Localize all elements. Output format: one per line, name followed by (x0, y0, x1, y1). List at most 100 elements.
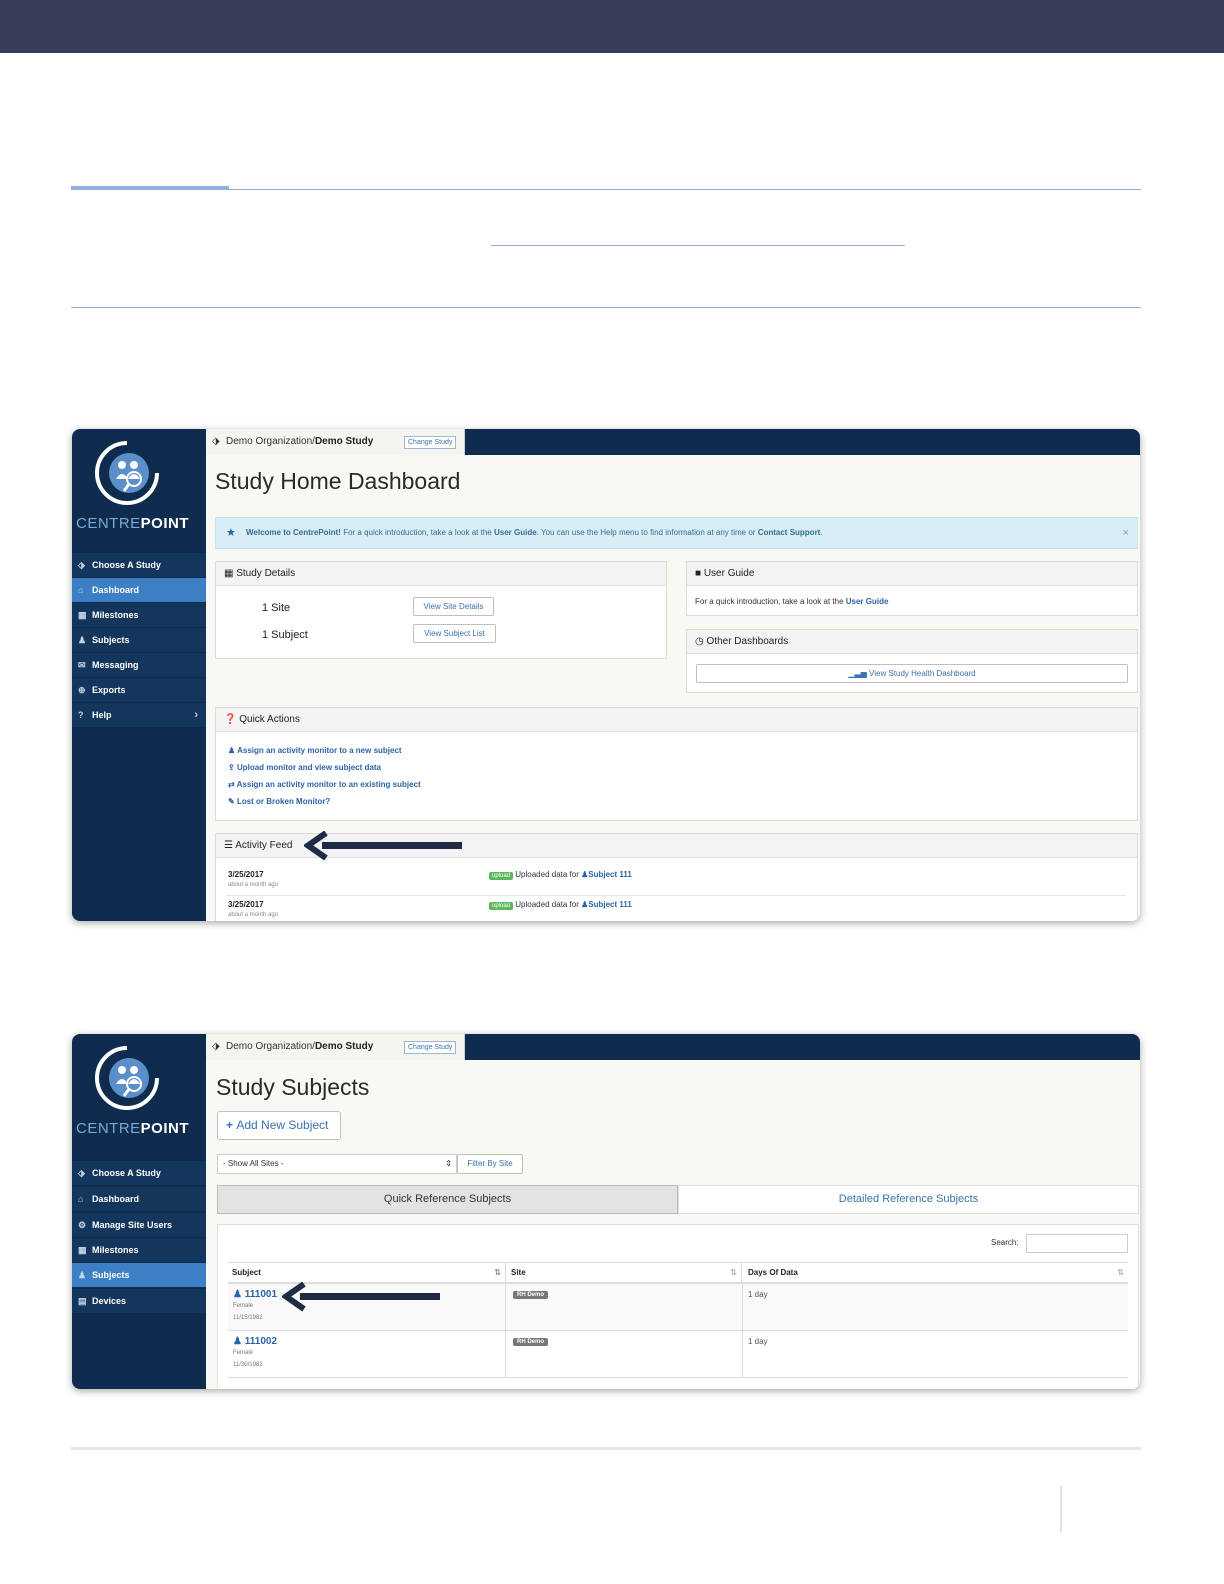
quick-actions-header: ❓ Quick Actions (216, 708, 1137, 732)
subject-count: 1 Subject (262, 629, 308, 641)
question-icon: ? (78, 710, 84, 720)
section-rule-top (71, 189, 1141, 190)
user-guide-link[interactable]: User Guide (494, 528, 537, 537)
gear-icon: ⚙ (78, 1220, 87, 1230)
activity-ago: about a month ago (228, 912, 279, 918)
export-icon: ⊕ (78, 685, 86, 695)
exchange-icon: ⇄ (228, 780, 237, 789)
view-subject-list-button[interactable]: View Subject List (413, 624, 496, 643)
subject-id-link[interactable]: ♟ 111001 (233, 1289, 277, 1300)
contact-support-link[interactable]: Contact Support (758, 528, 821, 537)
footer-rule (71, 1447, 1141, 1450)
sidebar-item-messaging[interactable]: ✉ Messaging (72, 652, 206, 677)
subject-sex: Female (233, 1350, 254, 1356)
sidebar: CENTREPOINT ⬗ Choose A Study ⌂ Dashboard ▦… (72, 429, 206, 921)
activity-text: upload Uploaded data for ♟Subject 111 (489, 900, 632, 910)
close-icon[interactable]: × (1123, 518, 1129, 548)
column-site[interactable]: Site ⇅ (506, 1263, 742, 1283)
book-icon: ■ (695, 568, 704, 579)
sidebar-item-dashboard[interactable]: ⌂ Dashboard (72, 1186, 206, 1211)
subject-link[interactable]: ♟Subject 111 (581, 870, 632, 879)
column-days-of-data[interactable]: Days Of Data ⇅ (742, 1263, 1128, 1283)
tab-detailed-reference[interactable]: Detailed Reference Subjects (678, 1185, 1139, 1214)
user-guide-header: ■ User Guide (687, 562, 1137, 586)
sidebar-item-choose-study[interactable]: ⬗ Choose A Study (72, 552, 206, 577)
user-icon: ♟ (228, 746, 238, 755)
subject-dob: 11/15/1982 (233, 1315, 263, 1321)
site-select[interactable]: - Show All Sites - ⇕ (217, 1154, 457, 1174)
sidebar-item-dashboard[interactable]: ⌂ Dashboard (72, 577, 206, 602)
home-icon: ⌂ (78, 1194, 84, 1204)
list-icon: ☰ (224, 840, 236, 851)
study-details-header: ▦ Study Details (216, 562, 666, 586)
sidebar-item-choose-study[interactable]: ⬗ Choose A Study (72, 1160, 206, 1185)
site-badge: RH Demo (513, 1291, 549, 1299)
plus-icon: + (226, 1118, 237, 1132)
section-rule-bottom (71, 307, 1141, 308)
sort-icon: ⇅ (730, 1268, 737, 1277)
view-site-details-button[interactable]: View Site Details (413, 597, 494, 616)
breadcrumb: ⬗ Demo Organization/Demo Study Change St… (206, 429, 465, 455)
study-details-panel: ▦ Study Details 1 Site 1 Subject View Si… (215, 561, 667, 659)
upload-monitor-link[interactable]: ⇪ Upload monitor and view subject data (228, 763, 381, 772)
question-circle-icon: ❓ (224, 714, 240, 725)
search-input[interactable] (1026, 1234, 1128, 1253)
device-icon: ▤ (78, 1296, 87, 1306)
subjects-screenshot: CENTREPOINT ⬗ Choose A Study ⌂ Dashboard ⚙… (72, 1034, 1140, 1389)
sort-icon: ⇅ (1117, 1268, 1124, 1277)
user-guide-panel: ■ User Guide For a quick introduction, t… (686, 561, 1138, 616)
bar-chart-icon: ▁▃▅ (848, 669, 870, 678)
upload-badge: upload (489, 872, 514, 880)
subject-sex: Female (233, 1303, 254, 1309)
sidebar-item-manage-site-users[interactable]: ⚙ Manage Site Users (72, 1212, 206, 1237)
change-study-button[interactable]: Change Study (404, 1041, 457, 1054)
table-header: Subject ⇅ Site ⇅ Days Of Data ⇅ (228, 1262, 1128, 1284)
upload-badge: upload (489, 902, 514, 910)
subject-pointer-arrow-icon (282, 1282, 440, 1312)
tab-quick-reference[interactable]: Quick Reference Subjects (217, 1185, 678, 1214)
grid-icon: ▦ (224, 568, 237, 579)
breadcrumb: ⬗ Demo Organization/Demo Study Change St… (206, 1034, 465, 1060)
column-subject[interactable]: Subject ⇅ (228, 1263, 506, 1283)
home-icon: ⌂ (78, 585, 84, 595)
add-new-subject-button[interactable]: + Add New Subject (217, 1111, 341, 1140)
change-study-button[interactable]: Change Study (404, 436, 457, 449)
sidebar-item-subjects[interactable]: ♟ Subjects (72, 1262, 206, 1287)
activity-date: 3/25/2017 (228, 900, 264, 909)
centrepoint-logo-icon (95, 441, 159, 505)
user-icon: ♟ (78, 1270, 87, 1280)
days-of-data: 1 day (748, 1290, 768, 1299)
assign-monitor-existing-subject-link[interactable]: ⇄ Assign an activity monitor to an exist… (228, 780, 421, 789)
user-icon: ♟ (233, 1336, 245, 1347)
calendar-icon: ▦ (78, 1245, 87, 1255)
assign-monitor-new-subject-link[interactable]: ♟ Assign an activity monitor to a new su… (228, 746, 402, 755)
other-dashboards-panel: ◷ Other Dashboards ▁▃▅ View Study Health… (686, 629, 1138, 693)
subject-link[interactable]: ♟Subject 111 (581, 900, 632, 909)
document-header-bar (0, 0, 1224, 53)
sidebar-item-help[interactable]: ? Help › (72, 702, 206, 727)
lost-broken-monitor-link[interactable]: ✎ Lost or Broken Monitor? (228, 797, 330, 806)
sidebar-item-devices[interactable]: ▤ Devices (72, 1288, 206, 1313)
dashboard-screenshot: CENTREPOINT ⬗ Choose A Study ⌂ Dashboard ▦… (72, 429, 1140, 921)
filter-by-site-button[interactable]: Filter By Site (457, 1154, 523, 1174)
user-icon: ♟ (233, 1289, 245, 1300)
table-row: ♟ 111002 Female 11/30/1982 RH Demo 1 day (228, 1331, 1128, 1378)
logo-wordmark: CENTREPOINT (76, 1120, 190, 1137)
activity-feed-pointer-arrow-icon (304, 831, 462, 861)
subject-id-link[interactable]: ♟ 111002 (233, 1336, 277, 1347)
view-study-health-dashboard-button[interactable]: ▁▃▅ View Study Health Dashboard (696, 664, 1128, 683)
sidebar-item-milestones[interactable]: ▦ Milestones (72, 1237, 206, 1262)
page-number-divider (1060, 1486, 1062, 1532)
envelope-icon: ✉ (78, 660, 86, 670)
select-caret-icon: ⇕ (445, 1159, 452, 1168)
page-title: Study Home Dashboard (215, 468, 461, 494)
sidebar-item-subjects[interactable]: ♟ Subjects (72, 627, 206, 652)
sidebar-item-exports[interactable]: ⊕ Exports (72, 677, 206, 702)
welcome-alert: ★ Welcome to CentrePoint! For a quick in… (215, 517, 1138, 549)
sidebar-item-milestones[interactable]: ▦ Milestones (72, 602, 206, 627)
tag-icon: ⬗ (212, 436, 220, 447)
user-guide-text: For a quick introduction, take a look at… (695, 597, 889, 606)
upload-icon: ⇪ (228, 763, 237, 772)
user-guide-panel-link[interactable]: User Guide (846, 597, 889, 606)
tag-icon: ⬗ (78, 560, 85, 570)
